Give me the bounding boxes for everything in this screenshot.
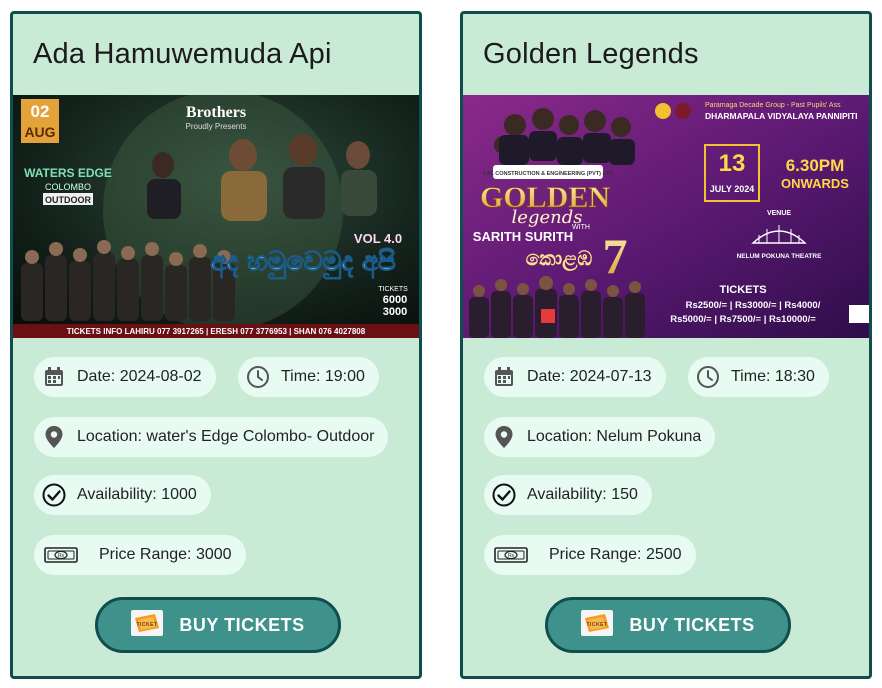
time-pill: Time: 19:00 [238, 357, 379, 397]
buy-tickets-label: BUY TICKETS [629, 614, 755, 635]
event-location: Location: Nelum Pokuna [527, 428, 702, 445]
poster-artist: SARITH SURITH [473, 229, 573, 244]
location-pill: Location: water's Edge Colombo- Outdoor [34, 417, 389, 457]
poster-time-1: 6.30PM [786, 156, 845, 175]
poster-sinhala-title: අද හමුවෙමුද අපි [210, 247, 395, 279]
buy-tickets-button[interactable]: TICKET BUY TICKETS [545, 597, 791, 653]
ticket-icon: TICKET [581, 609, 614, 641]
calendar-icon [41, 364, 67, 390]
poster-tickets-word: TICKETS [719, 284, 766, 296]
check-circle-icon [41, 482, 67, 508]
event-availability: Availability: 1000 [77, 486, 197, 503]
availability-pill: Availability: 150 [484, 475, 652, 515]
event-time: Time: 19:00 [281, 368, 365, 385]
event-price-range: Price Range: 3000 [99, 546, 232, 563]
poster-venue-1: WATERS EDGE [24, 166, 112, 180]
poster-ticket-price-2: 3000 [383, 306, 407, 318]
map-pin-icon [491, 424, 517, 450]
clock-icon [695, 364, 721, 390]
poster-sinhala: කොළඹ [526, 246, 593, 272]
event-time: Time: 18:30 [731, 368, 815, 385]
event-poster: Paramaga Decade Group - Past Pupils' Ass… [463, 95, 869, 338]
event-title: Golden Legends [483, 38, 699, 70]
price-pill: Rs Price Range: 3000 [34, 535, 246, 575]
poster-prices-2: Rs5000/= | Rs7500/= | Rs10000/= [670, 314, 816, 325]
poster-day: 02 [31, 102, 50, 121]
poster-ticket-price-1: 6000 [383, 294, 407, 306]
map-pin-icon [41, 424, 67, 450]
poster-presenter-sub: Proudly Presents [186, 122, 247, 131]
poster-venue-name: NELUM POKUNA THEATRE [737, 253, 823, 260]
poster-number: 7 [603, 228, 628, 284]
event-price-range: Price Range: 2500 [549, 546, 682, 563]
banknote-icon: Rs [491, 542, 531, 568]
event-title: Ada Hamuwemuda Api [33, 38, 332, 70]
poster-venue-2: COLOMBO [45, 182, 91, 192]
banknote-icon: Rs [41, 542, 81, 568]
svg-text:TICKET: TICKET [587, 622, 608, 628]
buy-tickets-label: BUY TICKETS [179, 614, 305, 635]
poster-org-line: Paramaga Decade Group - Past Pupils' Ass [705, 102, 841, 109]
poster-time-2: ONWARDS [781, 176, 849, 191]
check-circle-icon [491, 482, 517, 508]
poster-with: WITH [572, 224, 590, 231]
poster-vol: VOL 4.0 [354, 231, 402, 246]
ticket-icon: TICKET [131, 609, 164, 641]
date-pill: Date: 2024-08-02 [34, 357, 216, 397]
svg-text:Rs: Rs [58, 553, 65, 559]
event-availability: Availability: 150 [527, 486, 638, 503]
poster-month: AUG [24, 124, 55, 140]
poster-school: DHARMAPALA VIDYALAYA PANNIPITI [705, 111, 858, 121]
event-date: Date: 2024-07-13 [527, 368, 652, 385]
event-card: Golden Legends Paramaga Decade Group - P… [460, 11, 872, 679]
event-card: Ada Hamuwemuda Api 02 AUG WATERS EDGE CO… [10, 11, 422, 679]
poster-sponsor: LAL CONSTRUCTION & ENGINEERING (PVT) LTD [483, 171, 613, 177]
date-pill: Date: 2024-07-13 [484, 357, 666, 397]
time-pill: Time: 18:30 [688, 357, 829, 397]
event-location: Location: water's Edge Colombo- Outdoor [77, 428, 375, 445]
calendar-icon [491, 364, 517, 390]
clock-icon [245, 364, 271, 390]
poster-venue-3: OUTDOOR [45, 195, 91, 205]
availability-pill: Availability: 1000 [34, 475, 211, 515]
event-poster: 02 AUG WATERS EDGE COLOMBO OUTDOOR Broth… [13, 95, 419, 338]
poster-presenter: Brothers [186, 104, 246, 121]
poster-prices-1: Rs2500/= | Rs3000/= | Rs4000/ [686, 300, 821, 311]
poster-ticket-word: TICKETS [378, 286, 408, 293]
svg-text:TICKET: TICKET [137, 622, 158, 628]
event-date: Date: 2024-08-02 [77, 368, 202, 385]
poster-month-year: JULY 2024 [710, 184, 755, 194]
poster-day: 13 [719, 150, 746, 177]
svg-text:Rs: Rs [508, 553, 515, 559]
poster-contact-line: TICKETS INFO LAHIRU 077 3917265 | ERESH … [67, 327, 366, 336]
buy-tickets-button[interactable]: TICKET BUY TICKETS [95, 597, 341, 653]
location-pill: Location: Nelum Pokuna [484, 417, 716, 457]
price-pill: Rs Price Range: 2500 [484, 535, 696, 575]
poster-venue-word: VENUE [767, 210, 791, 217]
